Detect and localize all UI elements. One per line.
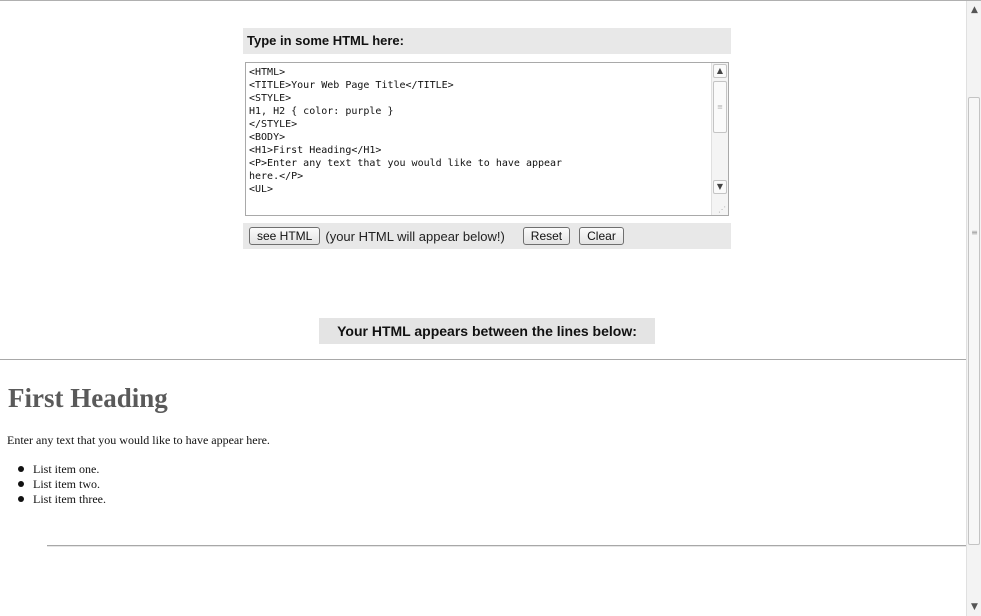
bullet-icon (18, 466, 24, 472)
output-heading: First Heading (8, 383, 168, 413)
bullet-icon (18, 481, 24, 487)
browser-page: Type in some HTML here: <HTML> <TITLE>Yo… (0, 0, 981, 616)
scroll-up-arrow-icon[interactable]: ▲ (713, 64, 727, 78)
editor-title: Type in some HTML here: (243, 28, 731, 54)
list-item: List item three. (18, 492, 948, 507)
html-input-textarea[interactable]: <HTML> <TITLE>Your Web Page Title</TITLE… (245, 62, 729, 216)
list-item: List item two. (18, 477, 948, 492)
output-section-label: Your HTML appears between the lines belo… (319, 318, 655, 344)
page-scroll-down-icon[interactable]: ▼ (967, 600, 981, 615)
list-item-text: List item three. (33, 492, 106, 506)
list-item-text: List item one. (33, 462, 100, 476)
page-scroll-up-icon[interactable]: ▲ (967, 3, 981, 18)
page-scroll-thumb[interactable] (968, 97, 980, 545)
bullet-icon (18, 496, 24, 502)
output-top-divider (0, 359, 966, 360)
rendered-output: First Heading Enter any text that you wo… (7, 381, 948, 507)
output-paragraph: Enter any text that you would like to ha… (7, 433, 270, 447)
list-item-text: List item two. (33, 477, 100, 491)
output-list: List item one. List item two. List item … (8, 462, 948, 507)
output-bottom-divider (47, 545, 966, 547)
see-html-button[interactable]: see HTML (249, 227, 321, 245)
reset-button[interactable]: Reset (522, 227, 571, 245)
textarea-scroll-thumb[interactable]: ≡ (713, 81, 727, 133)
editor-controls: see HTML (your HTML will appear below!) … (243, 223, 731, 249)
output-hint: (your HTML will appear below!) (325, 228, 505, 244)
html-editor-panel: Type in some HTML here: <HTML> <TITLE>Yo… (243, 28, 731, 249)
resize-grip-icon[interactable]: ⋰ (718, 205, 726, 214)
page-scrollbar[interactable]: ▲ ≡ ▼ (966, 1, 981, 616)
list-item: List item one. (18, 462, 948, 477)
clear-button[interactable]: Clear (579, 227, 624, 245)
scroll-grip-icon: ≡ (971, 228, 978, 237)
html-code[interactable]: <HTML> <TITLE>Your Web Page Title</TITLE… (246, 63, 709, 214)
textarea-scrollbar[interactable]: ▲ ≡ ▼ (711, 63, 728, 215)
scroll-down-arrow-icon[interactable]: ▼ (713, 180, 727, 194)
